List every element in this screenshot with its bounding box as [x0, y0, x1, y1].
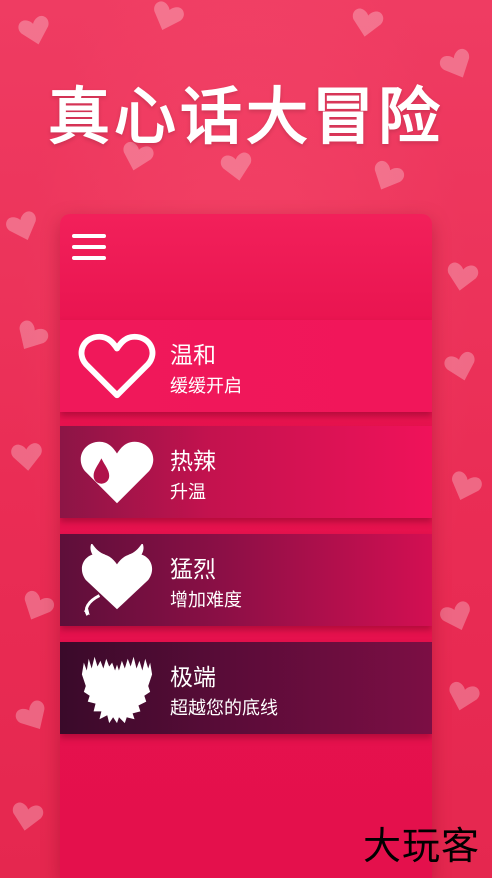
app-title: 真心话大冒险: [47, 80, 444, 153]
drop-heart-icon: [78, 436, 156, 508]
background-heart-icon: [145, 0, 189, 39]
level-name: 猛烈: [170, 557, 216, 583]
jagged-heart-icon: [78, 652, 156, 724]
outline-heart-icon: [78, 330, 156, 402]
level-item-fierce[interactable]: 猛烈 增加难度: [60, 534, 432, 626]
background-heart-icon: [364, 154, 409, 199]
background-heart-icon: [1, 205, 45, 249]
background-heart-icon: [10, 694, 56, 740]
background-heart-icon: [347, 3, 386, 42]
background-heart-icon: [14, 10, 56, 52]
level-description: 增加难度: [170, 590, 242, 611]
watermark: 大玩客: [362, 824, 480, 868]
level-name: 温和: [170, 343, 216, 369]
background-heart-icon: [9, 439, 46, 476]
background-heart-icon: [440, 346, 482, 388]
level-name: 热辣: [170, 449, 216, 475]
level-name: 极端: [170, 665, 216, 691]
level-item-extreme[interactable]: 极端 超越您的底线: [60, 642, 432, 734]
level-description: 超越您的底线: [170, 698, 278, 719]
level-item-spicy[interactable]: 热辣 升温: [60, 426, 432, 518]
level-panel: 温和 缓缓开启 热辣 升温 猛烈 增加难度 极端 超越您的底线: [60, 214, 432, 878]
background-heart-icon: [7, 797, 46, 836]
background-heart-icon: [435, 595, 479, 639]
background-heart-icon: [442, 257, 481, 296]
background-heart-icon: [14, 584, 59, 629]
level-description: 升温: [170, 482, 206, 503]
hamburger-menu-icon[interactable]: [72, 234, 106, 262]
level-item-mild[interactable]: 温和 缓缓开启: [60, 320, 432, 412]
background-heart-icon: [442, 676, 484, 718]
background-heart-icon: [8, 314, 54, 360]
level-description: 缓缓开启: [170, 376, 242, 397]
devil-heart-icon: [78, 544, 156, 616]
background-heart-icon: [443, 465, 487, 509]
